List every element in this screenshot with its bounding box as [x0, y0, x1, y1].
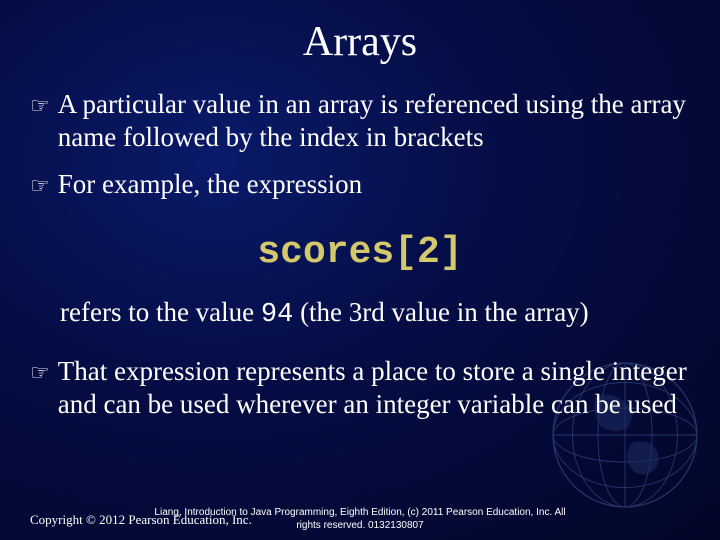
bullet-item: ☞ For example, the expression — [30, 168, 690, 201]
footer: Liang, Introduction to Java Programming,… — [0, 507, 720, 532]
finger-icon: ☞ — [30, 173, 50, 200]
bullet-text: That expression represents a place to st… — [58, 355, 690, 421]
refer-suffix: (the 3rd value in the array) — [293, 297, 588, 327]
slide-content: ☞ A particular value in an array is refe… — [0, 66, 720, 420]
bullet-text: A particular value in an array is refere… — [58, 88, 690, 154]
slide-title: Arrays — [0, 0, 720, 66]
bullet-item: ☞ That expression represents a place to … — [30, 355, 690, 421]
bullet-text: For example, the expression — [58, 168, 690, 201]
refer-value: 94 — [261, 300, 293, 330]
bullet-item: ☞ A particular value in an array is refe… — [30, 88, 690, 154]
finger-icon: ☞ — [30, 360, 50, 387]
code-example: scores[2] — [30, 231, 690, 274]
refer-prefix: refers to the value — [60, 297, 261, 327]
copyright-text: Copyright © 2012 Pearson Education, Inc. — [30, 512, 252, 528]
finger-icon: ☞ — [30, 93, 50, 120]
code-text: scores[2] — [257, 231, 462, 274]
refer-line: refers to the value 94 (the 3rd value in… — [60, 296, 690, 333]
